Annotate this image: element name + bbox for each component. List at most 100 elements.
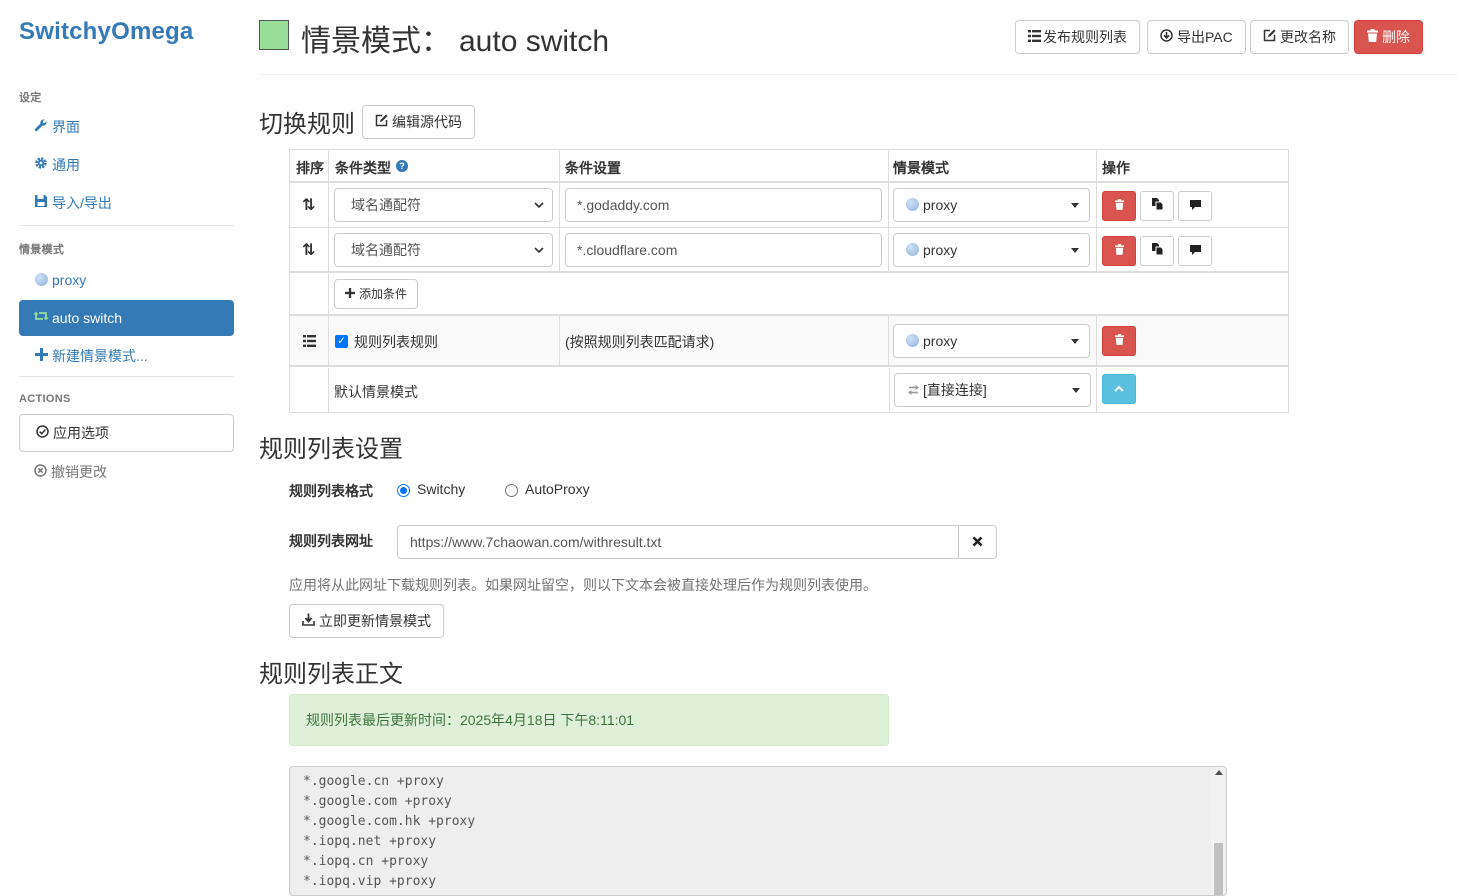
add-condition-button[interactable]: 添加条件: [334, 279, 419, 309]
update-now-button[interactable]: 立即更新情景模式: [289, 604, 444, 638]
trash-icon: [1367, 21, 1382, 53]
clear-url-button[interactable]: [958, 525, 997, 559]
textarea-scrollbar[interactable]: [1211, 767, 1226, 895]
export-pac-button[interactable]: 导出PAC: [1147, 20, 1246, 54]
format-switchy-radio[interactable]: [397, 484, 410, 497]
export-pac-label: 导出PAC: [1177, 29, 1233, 45]
help-icon[interactable]: ?: [396, 160, 408, 172]
profile-color-swatch[interactable]: [259, 20, 289, 50]
edit-source-button[interactable]: 编辑源代码: [362, 105, 475, 139]
sidebar-item-auto-switch[interactable]: auto switch: [19, 300, 234, 336]
copy-icon: [1151, 198, 1163, 213]
sidebar-item-import-export[interactable]: 导入/导出: [19, 186, 234, 220]
col-order-label: 排序: [296, 160, 324, 176]
rule-list-checkbox[interactable]: ✓: [335, 335, 348, 348]
sort-handle-icon[interactable]: ⇅: [302, 240, 315, 260]
sidebar-item-label: 新建情景模式...: [52, 348, 148, 364]
caret-down-icon: [1071, 248, 1079, 253]
sidebar-item-label: proxy: [52, 272, 87, 288]
format-switchy-label[interactable]: Switchy: [417, 481, 465, 497]
format-autoproxy-label[interactable]: AutoProxy: [525, 481, 590, 497]
plus-icon: [345, 280, 359, 308]
result-profile-select[interactable]: proxy: [893, 233, 1090, 267]
col-order: 排序: [290, 150, 329, 181]
rule-list-text-title: 规则列表正文: [259, 661, 403, 688]
switch-rules-title: 切换规则: [259, 111, 355, 138]
settings-header: 设定: [19, 92, 42, 104]
globe-icon: [906, 334, 919, 347]
download-icon: [302, 605, 319, 637]
apply-options-label: 应用选项: [53, 425, 109, 441]
sort-handle-icon[interactable]: ⇅: [302, 195, 315, 215]
scroll-thumb[interactable]: [1214, 843, 1223, 895]
update-now-label: 立即更新情景模式: [319, 613, 431, 629]
rule-line: *.google.cn +proxy: [303, 774, 444, 789]
condition-input[interactable]: *.godaddy.com: [565, 188, 882, 222]
rename-button[interactable]: 更改名称: [1250, 20, 1349, 54]
sidebar-item-label: 导入/导出: [52, 195, 112, 211]
rule-list-url-help: 应用将从此网址下载规则列表。如果网址留空，则以下文本会被直接处理后作为规则列表使…: [289, 577, 877, 593]
list-icon: [303, 334, 316, 350]
rule-note-button[interactable]: [1178, 236, 1212, 266]
clone-rule-button[interactable]: [1140, 236, 1174, 266]
col-condition-type-label: 条件类型: [335, 160, 391, 176]
sidebar-item-label: 通用: [52, 157, 80, 173]
delete-rule-list-button[interactable]: [1102, 326, 1136, 356]
result-profile-select[interactable]: proxy: [893, 188, 1090, 222]
col-condition-label: 条件设置: [565, 160, 621, 176]
edit-icon: [1263, 21, 1280, 53]
scroll-up-arrow-icon[interactable]: [1215, 770, 1223, 775]
floppy-icon: [33, 186, 49, 220]
rule-note-button[interactable]: [1178, 191, 1212, 221]
delete-profile-button[interactable]: 删除: [1354, 20, 1423, 54]
brand-logo[interactable]: SwitchyOmega: [19, 18, 193, 46]
collapse-rules-button[interactable]: [1102, 374, 1136, 404]
trash-icon: [1114, 244, 1124, 258]
last-updated-alert: 规则列表最后更新时间：2025年4月18日 下午8:11:01: [289, 694, 889, 746]
condition-input[interactable]: *.cloudflare.com: [565, 233, 882, 267]
default-profile-label: 默认情景模式: [334, 384, 418, 400]
default-profile-row: 默认情景模式 [直接连接]: [290, 368, 1288, 412]
discard-changes-button[interactable]: 撤销更改: [34, 462, 107, 482]
delete-rule-button[interactable]: [1102, 236, 1136, 266]
rule-line: *.google.com +proxy: [303, 794, 452, 809]
sidebar-item-interface[interactable]: 界面: [19, 110, 234, 144]
rule-list-note: (按照规则列表匹配请求): [565, 334, 715, 350]
condition-type-select[interactable]: 域名通配符: [334, 188, 553, 222]
sidebar-item-proxy[interactable]: proxy: [19, 263, 234, 297]
switch-rules-table: 排序 条件类型 ? 条件设置 情景模式 操作 ⇅ 域名通配符 *.godaddy…: [289, 149, 1289, 413]
format-autoproxy-radio[interactable]: [505, 484, 518, 497]
discard-changes-label: 撤销更改: [51, 464, 107, 480]
apply-options-button[interactable]: 应用选项: [19, 414, 234, 452]
page-title: 情景模式： auto switch: [301, 16, 609, 60]
rule-list-url-label: 规则列表网址: [289, 533, 373, 549]
sidebar-item-new-profile[interactable]: 新建情景模式...: [19, 339, 234, 373]
condition-type-select[interactable]: 域名通配符: [334, 233, 553, 267]
table-header-row: 排序 条件类型 ? 条件设置 情景模式 操作: [290, 150, 1288, 183]
delete-rule-button[interactable]: [1102, 191, 1136, 221]
trash-icon: [1114, 199, 1124, 213]
rule-line: *.iopq.vip +proxy: [303, 874, 437, 889]
rule-list-profile-select[interactable]: proxy: [893, 324, 1090, 358]
default-profile-select[interactable]: [直接连接]: [894, 373, 1091, 407]
sidebar-item-label: 界面: [52, 119, 80, 135]
profiles-header: 情景模式: [19, 244, 65, 256]
rule-list-url-input[interactable]: https://www.7chaowan.com/withresult.txt: [397, 525, 959, 559]
add-condition-row: 添加条件: [290, 274, 1288, 316]
chevron-down-icon: [534, 234, 544, 279]
page-title-prefix: 情景模式：: [301, 25, 451, 58]
actions-header: ACTIONS: [19, 393, 71, 405]
publish-rule-list-button[interactable]: 发布规则列表: [1015, 20, 1140, 54]
caret-down-icon: [1072, 388, 1080, 393]
rule-list-textarea[interactable]: *.google.cn +proxy *.google.com +proxy *…: [289, 766, 1227, 896]
transfer-icon: [907, 374, 923, 406]
comment-icon: [1189, 199, 1201, 213]
col-actions: 操作: [1097, 150, 1288, 181]
clone-rule-button[interactable]: [1140, 191, 1174, 221]
caret-down-icon: [1071, 339, 1079, 344]
nav-divider: [19, 225, 234, 226]
retweet-icon: [33, 300, 49, 336]
sidebar-item-general[interactable]: 通用: [19, 148, 234, 182]
rename-label: 更改名称: [1280, 29, 1336, 45]
col-condition-type: 条件类型 ?: [329, 150, 560, 181]
